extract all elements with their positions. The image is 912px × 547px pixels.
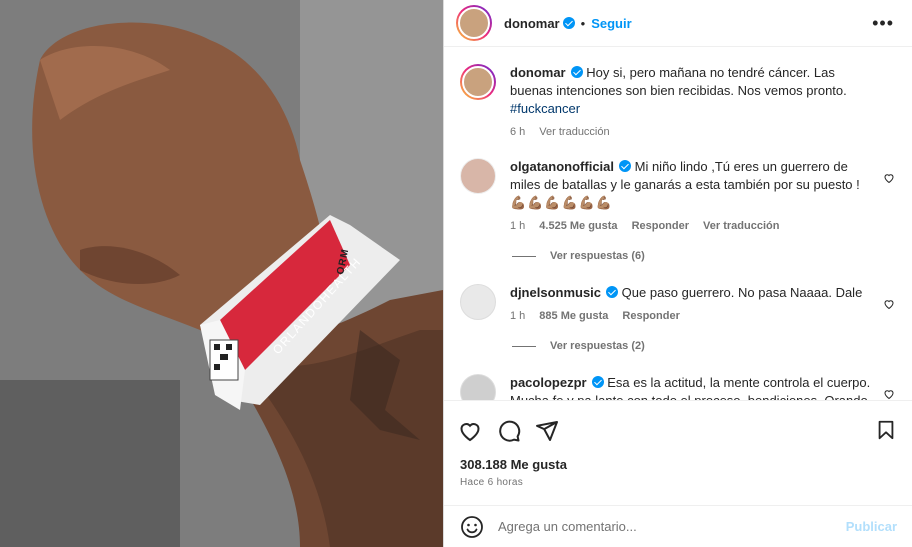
- commenter-avatar[interactable]: [460, 158, 496, 194]
- view-replies[interactable]: Ver respuestas (2): [512, 340, 897, 352]
- comment-meta: 1 h 885 Me gusta Responder: [510, 310, 897, 322]
- commenter-avatar[interactable]: [460, 374, 496, 400]
- emoji-icon[interactable]: [460, 515, 484, 539]
- verified-icon: [570, 66, 583, 78]
- caption-meta: 6 h Ver traducción: [510, 126, 897, 138]
- replies-line: [512, 255, 536, 257]
- comments-list[interactable]: donomar Hoy si, pero mañana no tendré cá…: [444, 48, 912, 400]
- reply-button[interactable]: Responder: [622, 310, 679, 322]
- view-replies-label: Ver respuestas (2): [550, 340, 645, 352]
- comment-item: pacolopezpr Esa es la actitud, la mente …: [460, 374, 897, 400]
- caption-text: donomar Hoy si, pero mañana no tendré cá…: [510, 64, 897, 118]
- translate-link[interactable]: Ver traducción: [703, 220, 779, 232]
- follow-button[interactable]: Seguir: [591, 16, 631, 31]
- author-username[interactable]: donomar: [504, 16, 560, 31]
- comment-username[interactable]: olgatanonofficial: [510, 159, 614, 174]
- commenter-avatar[interactable]: [460, 284, 496, 320]
- caption-time: 6 h: [510, 126, 526, 138]
- heart-icon[interactable]: [458, 419, 482, 443]
- heart-icon[interactable]: [883, 172, 895, 184]
- dot-separator: •: [580, 15, 586, 31]
- comment-text: pacolopezpr Esa es la actitud, la mente …: [510, 374, 897, 400]
- bookmark-icon[interactable]: [875, 419, 897, 441]
- comment-likes[interactable]: 4.525 Me gusta: [539, 220, 617, 232]
- view-replies-label: Ver respuestas (6): [550, 250, 645, 262]
- photo-illustration: ORLANDOHEALTH ORM: [0, 0, 443, 547]
- post-caption: donomar Hoy si, pero mañana no tendré cá…: [460, 64, 897, 138]
- comment-time: 1 h: [510, 310, 526, 322]
- post-photo[interactable]: ORLANDOHEALTH ORM: [0, 0, 443, 547]
- action-bar: [444, 400, 912, 460]
- share-icon[interactable]: [535, 419, 559, 443]
- add-comment-bar: Agrega un comentario... Publicar: [444, 505, 912, 547]
- comment-item: djnelsonmusic Que paso guerrero. No pasa…: [460, 284, 897, 322]
- post-header: donomar • Seguir •••: [444, 0, 912, 47]
- comment-body: Que paso guerrero. No pasa Naaaa. Dale: [621, 285, 863, 300]
- view-replies[interactable]: Ver respuestas (6): [512, 250, 897, 262]
- more-options-icon[interactable]: •••: [872, 14, 894, 32]
- verified-icon: [619, 160, 631, 172]
- likes-count[interactable]: 308.188 Me gusta: [460, 457, 567, 472]
- replies-line: [512, 345, 536, 347]
- verified-icon: [591, 376, 604, 388]
- translate-link[interactable]: Ver traducción: [539, 126, 609, 138]
- post-timestamp: Hace 6 horas: [460, 477, 524, 488]
- comment-emoji: 💪🏽💪🏽💪🏽💪🏽💪🏽💪🏽: [510, 195, 614, 210]
- author-avatar[interactable]: [456, 5, 492, 41]
- comment-time: 1 h: [510, 220, 526, 232]
- comment-item: olgatanonofficial Mi niño lindo ,Tú eres…: [460, 158, 897, 232]
- author-avatar[interactable]: [460, 64, 496, 100]
- verified-icon: [606, 286, 619, 298]
- reply-button[interactable]: Responder: [632, 220, 689, 232]
- post-details-panel: donomar • Seguir ••• donomar Hoy si, per…: [443, 0, 912, 547]
- heart-icon[interactable]: [883, 298, 895, 310]
- comment-meta: 1 h 4.525 Me gusta Responder Ver traducc…: [510, 220, 897, 232]
- comment-username[interactable]: pacolopezpr: [510, 375, 587, 390]
- publish-button[interactable]: Publicar: [846, 519, 897, 534]
- hashtag-link[interactable]: #fuckcancer: [510, 101, 580, 116]
- heart-icon[interactable]: [883, 388, 895, 400]
- caption-username[interactable]: donomar: [510, 65, 566, 80]
- comment-text: djnelsonmusic Que paso guerrero. No pasa…: [510, 284, 897, 302]
- comment-username[interactable]: djnelsonmusic: [510, 285, 601, 300]
- comment-likes[interactable]: 885 Me gusta: [539, 310, 608, 322]
- comment-input[interactable]: Agrega un comentario...: [498, 519, 846, 534]
- comment-text: olgatanonofficial Mi niño lindo ,Tú eres…: [510, 158, 897, 212]
- verified-icon: [562, 17, 575, 29]
- comment-icon[interactable]: [497, 419, 521, 443]
